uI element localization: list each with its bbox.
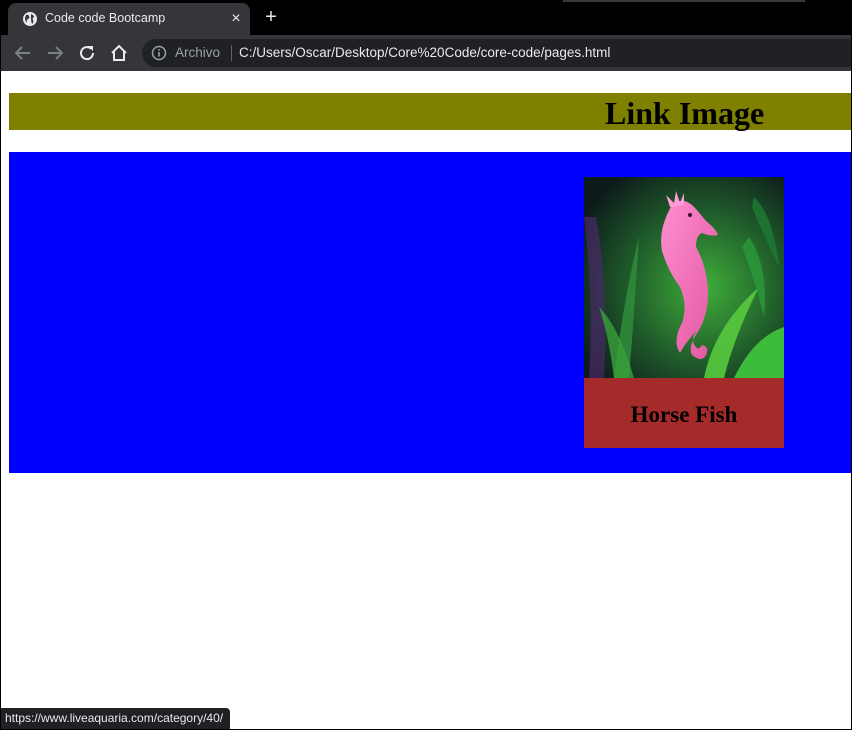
info-icon[interactable] bbox=[151, 45, 167, 61]
back-arrow-icon[interactable] bbox=[12, 42, 34, 64]
browser-toolbar: Archivo C:/Users/Oscar/Desktop/Core%20Co… bbox=[0, 35, 852, 71]
page-title: Link Image bbox=[605, 95, 765, 131]
status-url-bubble: https://www.liveaquaria.com/category/40/ bbox=[0, 708, 231, 729]
reload-icon[interactable] bbox=[76, 42, 98, 64]
browser-tab[interactable]: Code code Bootcamp × bbox=[8, 3, 250, 35]
forward-arrow-icon[interactable] bbox=[44, 42, 66, 64]
header-bar: Link Image bbox=[9, 93, 851, 130]
scheme-label: Archivo bbox=[175, 45, 221, 60]
tab-strip-accent bbox=[563, 0, 805, 2]
tab-close-button[interactable]: × bbox=[226, 9, 246, 29]
url-text[interactable]: C:/Users/Oscar/Desktop/Core%20Code/core-… bbox=[239, 45, 610, 60]
globe-icon bbox=[23, 12, 37, 26]
new-tab-button[interactable]: + bbox=[260, 6, 282, 28]
address-separator bbox=[231, 45, 232, 61]
tab-strip: Code code Bootcamp × + bbox=[0, 0, 852, 35]
home-icon[interactable] bbox=[108, 42, 130, 64]
address-bar[interactable]: Archivo C:/Users/Oscar/Desktop/Core%20Co… bbox=[142, 39, 852, 67]
image-link-card[interactable]: Horse Fish bbox=[584, 177, 784, 448]
tab-title: Code code Bootcamp bbox=[45, 11, 166, 25]
seahorse-image[interactable] bbox=[584, 177, 784, 378]
card-caption-text: Horse Fish bbox=[630, 402, 738, 427]
page-viewport: Link Image Horse Fish bbox=[1, 71, 851, 729]
card-caption[interactable]: Horse Fish bbox=[584, 378, 784, 448]
window-border-left bbox=[0, 0, 1, 730]
content-section: Horse Fish bbox=[9, 152, 851, 473]
